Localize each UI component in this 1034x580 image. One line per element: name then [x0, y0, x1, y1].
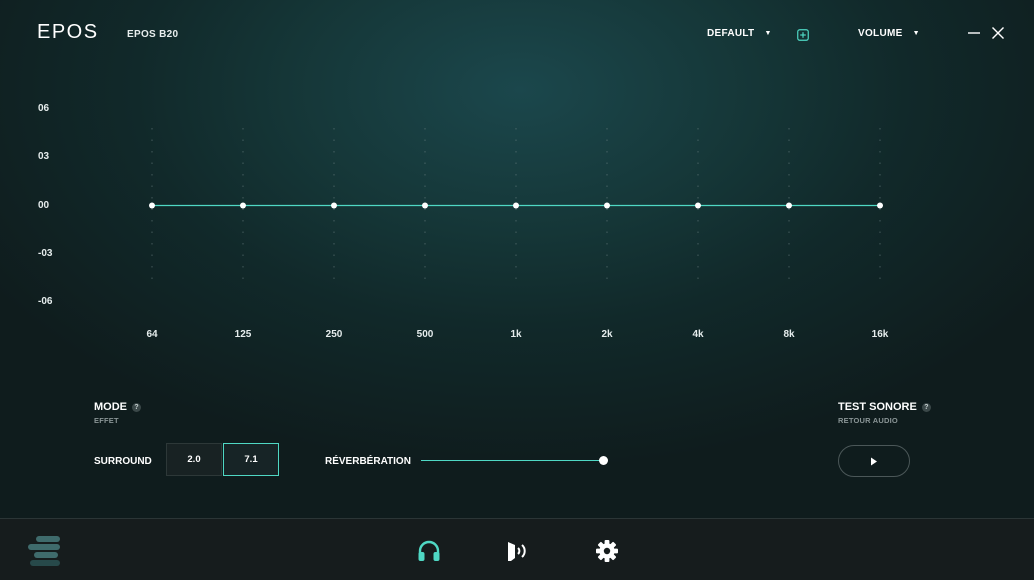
footer-bar — [0, 518, 1034, 580]
surround-7-1-button[interactable]: 7.1 — [223, 443, 279, 476]
eq-band-handle[interactable] — [695, 202, 701, 209]
test-title: TEST SONORE ? — [838, 401, 931, 413]
surround-2-0-button[interactable]: 2.0 — [166, 443, 222, 476]
mode-title-text: MODE — [94, 401, 127, 413]
help-icon[interactable]: ? — [921, 402, 931, 412]
surround-label: SURROUND — [94, 456, 152, 467]
eq-band-handle[interactable] — [149, 202, 155, 209]
eq-band-handle[interactable] — [513, 202, 519, 209]
help-icon[interactable]: ? — [132, 402, 141, 412]
microphone-sidetone-icon[interactable] — [505, 540, 531, 562]
eq-band-handle[interactable] — [786, 202, 792, 209]
reverb-label: RÉVERBÉRATION — [325, 456, 411, 467]
eq-band-handle[interactable] — [331, 202, 337, 209]
eq-band-handle[interactable] — [240, 202, 246, 209]
test-title-text: TEST SONORE — [838, 401, 917, 413]
eq-band-handle[interactable] — [422, 202, 428, 209]
play-test-button[interactable] — [838, 445, 910, 477]
test-subtitle: RETOUR AUDIO — [838, 416, 898, 425]
mode-subtitle: EFFET — [94, 416, 119, 425]
app-window: EPOS EPOS B20 DEFAULT ▼ VOLUME ▼ 06 03 00-… — [0, 0, 1034, 580]
eq-band-handle[interactable] — [604, 202, 610, 209]
equalizer-chart[interactable] — [0, 0, 1034, 360]
headphones-icon[interactable] — [417, 540, 441, 562]
reverb-slider-track[interactable] — [421, 460, 604, 461]
play-icon — [871, 457, 877, 465]
menu-icon[interactable] — [28, 535, 62, 567]
gear-icon[interactable] — [596, 540, 618, 562]
eq-band-handle[interactable] — [877, 202, 883, 209]
reverb-slider-thumb[interactable] — [599, 456, 608, 465]
mode-title: MODE ? — [94, 401, 141, 413]
